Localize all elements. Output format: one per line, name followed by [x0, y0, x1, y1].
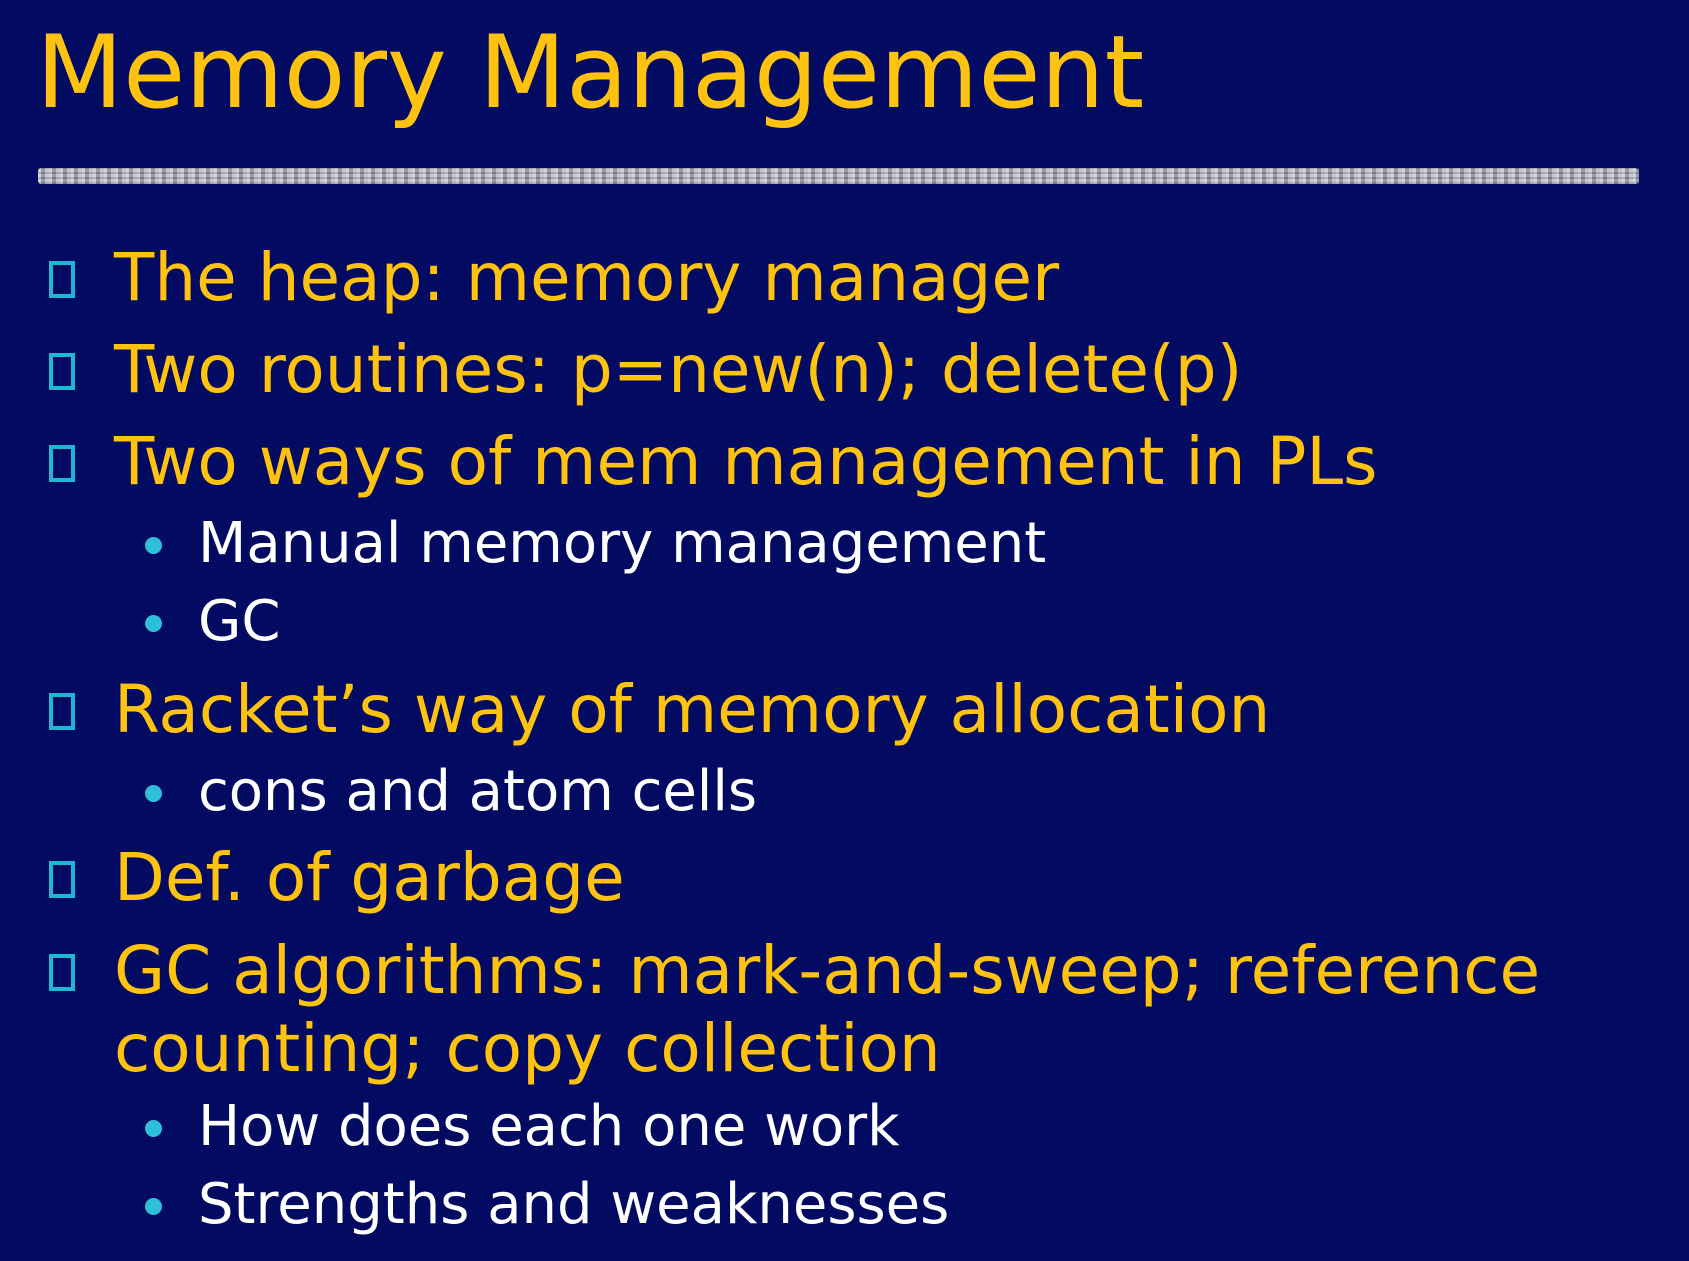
bullet-text: GC algorithms: mark-and-sweep; reference — [114, 932, 1541, 1009]
round-bullet-icon — [145, 537, 162, 554]
sub-bullet-text: Manual memory management — [198, 511, 1047, 576]
bullet-text: Two routines: p=new(n); delete(p) — [114, 331, 1243, 408]
slide: Memory Management The heap: memory manag… — [0, 0, 1689, 1261]
bullet-text: The heap: memory manager — [114, 239, 1060, 316]
bullet-text: Two ways of mem management in PLs — [114, 423, 1378, 500]
bullet-item: Two ways of mem management in PLs — [46, 423, 1378, 501]
bullet-text: Def. of garbage — [114, 839, 625, 916]
sub-bullet-item: How does each one work — [140, 1094, 900, 1160]
sub-bullet-item: Strengths and weaknesses — [140, 1172, 949, 1238]
square-bullet-icon — [49, 693, 75, 730]
sub-bullet-item: cons and atom cells — [140, 759, 757, 825]
square-bullet-icon — [49, 261, 75, 298]
bullet-item: The heap: memory manager — [46, 239, 1059, 317]
sub-bullet-text: Strengths and weaknesses — [198, 1172, 950, 1237]
bullet-text: Racket’s way of memory allocation — [114, 671, 1271, 748]
bullet-text-continuation: counting; copy collection — [114, 1010, 941, 1087]
sub-bullet-text: GC — [198, 589, 281, 654]
bullet-item: Two routines: p=new(n); delete(p) — [46, 331, 1242, 409]
round-bullet-icon — [145, 785, 162, 802]
sub-bullet-text: cons and atom cells — [198, 759, 758, 824]
square-bullet-icon — [49, 445, 75, 482]
round-bullet-icon — [145, 1198, 162, 1215]
bullet-list: The heap: memory manager Two routines: p… — [0, 0, 1689, 1261]
square-bullet-icon — [49, 353, 75, 390]
sub-bullet-text: How does each one work — [198, 1094, 900, 1159]
sub-bullet-item: GC — [140, 589, 281, 655]
round-bullet-icon — [145, 615, 162, 632]
sub-bullet-item: Manual memory management — [140, 511, 1046, 577]
square-bullet-icon — [49, 861, 75, 898]
bullet-item: Def. of garbage — [46, 839, 625, 917]
bullet-item: Racket’s way of memory allocation — [46, 671, 1270, 749]
bullet-item: GC algorithms: mark-and-sweep; reference… — [46, 932, 1540, 1088]
round-bullet-icon — [145, 1120, 162, 1137]
square-bullet-icon — [49, 954, 75, 991]
